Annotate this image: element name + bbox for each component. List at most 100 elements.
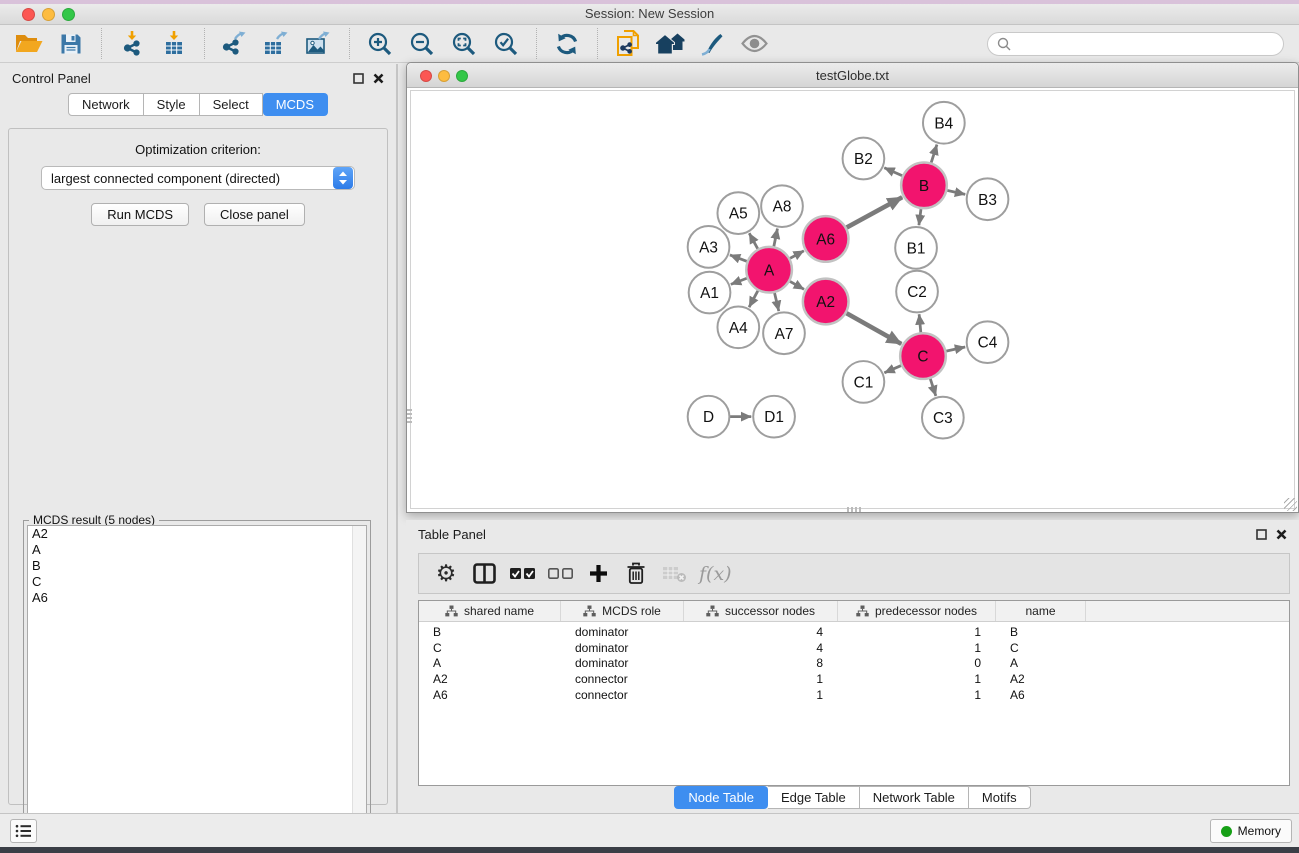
- network-minimize-button[interactable]: [438, 70, 450, 82]
- column-header-mcds-role[interactable]: MCDS role: [561, 601, 684, 621]
- graph-node-B[interactable]: B: [901, 162, 947, 208]
- graph-node-A4[interactable]: A4: [717, 306, 759, 348]
- close-window-button[interactable]: [22, 8, 35, 21]
- graph-node-A[interactable]: A: [746, 247, 792, 293]
- graph-node-A3[interactable]: A3: [688, 226, 730, 268]
- optimization-criterion-dropdown[interactable]: largest connected component (directed): [41, 166, 355, 190]
- network-canvas[interactable]: B4B2BB3A5A8A6B1A3AA1C2A2A4A7C4CC1C3DD1: [410, 90, 1295, 509]
- tab-select[interactable]: Select: [200, 93, 263, 116]
- memory-button[interactable]: Memory: [1210, 819, 1292, 843]
- task-history-button[interactable]: [10, 819, 37, 843]
- save-session-button[interactable]: [50, 27, 92, 61]
- table-cell[interactable]: 4: [684, 641, 838, 655]
- table-cell[interactable]: dominator: [561, 625, 684, 639]
- table-row-a6[interactable]: A6connector11A6: [419, 687, 1289, 703]
- bottom-grip-handle[interactable]: [847, 507, 863, 512]
- zoom-selected-button[interactable]: [485, 27, 527, 61]
- table-row-a[interactable]: Adominator80A: [419, 656, 1289, 672]
- table-cell[interactable]: B: [419, 625, 561, 639]
- table-cell[interactable]: A: [419, 656, 561, 670]
- float-table-panel-icon[interactable]: [1256, 529, 1267, 540]
- left-grip-handle[interactable]: [407, 409, 412, 425]
- table-cell[interactable]: B: [996, 625, 1086, 639]
- table-cell[interactable]: 4: [684, 625, 838, 639]
- close-table-panel-icon[interactable]: [1276, 529, 1287, 540]
- zoom-in-button[interactable]: [359, 27, 401, 61]
- refresh-button[interactable]: [546, 27, 588, 61]
- import-table-button[interactable]: [153, 27, 195, 61]
- table-cell[interactable]: 1: [838, 641, 996, 655]
- network-window-titlebar[interactable]: testGlobe.txt: [407, 63, 1298, 88]
- table-cell[interactable]: A: [996, 656, 1086, 670]
- column-header-name[interactable]: name: [996, 601, 1086, 621]
- table-cell[interactable]: A2: [996, 672, 1086, 686]
- table-row-a2[interactable]: A2connector11A2: [419, 671, 1289, 687]
- function-builder-icon[interactable]: f(x): [699, 563, 732, 585]
- graph-node-A6[interactable]: A6: [803, 216, 849, 262]
- graph-node-A8[interactable]: A8: [761, 185, 803, 227]
- apply-style-button[interactable]: [691, 27, 733, 61]
- table-cell[interactable]: 1: [838, 688, 996, 702]
- import-network-button[interactable]: [111, 27, 153, 61]
- close-panel-button[interactable]: Close panel: [204, 203, 305, 226]
- export-table-button[interactable]: [256, 27, 298, 61]
- tab-style[interactable]: Style: [144, 93, 200, 116]
- tab-network[interactable]: Network: [68, 93, 144, 116]
- table-cell[interactable]: A6: [419, 688, 561, 702]
- columns-button[interactable]: [465, 557, 503, 591]
- table-cell[interactable]: 1: [684, 672, 838, 686]
- plus-button[interactable]: [579, 557, 617, 591]
- column-header-predecessor-nodes[interactable]: predecessor nodes: [838, 601, 996, 621]
- table-cell[interactable]: dominator: [561, 656, 684, 670]
- open-session-button[interactable]: [8, 27, 50, 61]
- table-cell[interactable]: 0: [838, 656, 996, 670]
- trash-button[interactable]: [617, 557, 655, 591]
- search-input[interactable]: [1016, 36, 1274, 51]
- mcds-result-list[interactable]: A2ABCA6: [27, 525, 367, 853]
- export-image-button[interactable]: [298, 27, 340, 61]
- check-pair-button[interactable]: [503, 557, 541, 591]
- tab-node-table[interactable]: Node Table: [674, 786, 768, 809]
- minimize-window-button[interactable]: [42, 8, 55, 21]
- export-network-button[interactable]: [214, 27, 256, 61]
- table-cell[interactable]: 1: [838, 625, 996, 639]
- close-panel-icon[interactable]: [373, 73, 384, 84]
- table-cell[interactable]: connector: [561, 688, 684, 702]
- table-delete-button[interactable]: [655, 557, 693, 591]
- graph-node-C1[interactable]: C1: [843, 361, 885, 403]
- tab-motifs[interactable]: Motifs: [969, 786, 1031, 809]
- graph-node-D1[interactable]: D1: [753, 396, 795, 438]
- tab-mcds[interactable]: MCDS: [263, 93, 328, 116]
- home-button[interactable]: [649, 27, 691, 61]
- graph-node-C3[interactable]: C3: [922, 397, 964, 439]
- app-titlebar[interactable]: Session: New Session: [0, 4, 1299, 25]
- search-box[interactable]: [987, 32, 1284, 56]
- float-panel-icon[interactable]: [353, 73, 364, 84]
- table-cell[interactable]: 1: [684, 688, 838, 702]
- table-cell[interactable]: 8: [684, 656, 838, 670]
- table-cell[interactable]: A6: [996, 688, 1086, 702]
- network-maximize-button[interactable]: [456, 70, 468, 82]
- table-cell[interactable]: 1: [838, 672, 996, 686]
- table-cell[interactable]: C: [419, 641, 561, 655]
- network-close-button[interactable]: [420, 70, 432, 82]
- graph-node-B4[interactable]: B4: [923, 102, 965, 144]
- graph-node-C[interactable]: C: [900, 333, 946, 379]
- run-mcds-button[interactable]: Run MCDS: [91, 203, 189, 226]
- window-resize-grip[interactable]: [1284, 498, 1297, 511]
- show-hide-button[interactable]: [733, 27, 775, 61]
- tab-network-table[interactable]: Network Table: [860, 786, 969, 809]
- result-list-scrollbar[interactable]: [352, 526, 366, 853]
- table-row-b[interactable]: Bdominator41B: [419, 624, 1289, 640]
- duplicate-network-button[interactable]: [607, 27, 649, 61]
- column-header-shared-name[interactable]: shared name: [419, 601, 561, 621]
- graph-node-C2[interactable]: C2: [896, 271, 938, 313]
- table-cell[interactable]: connector: [561, 672, 684, 686]
- table-row-c[interactable]: Cdominator41C: [419, 640, 1289, 656]
- graph-node-A7[interactable]: A7: [763, 312, 805, 354]
- zoom-fit-button[interactable]: [443, 27, 485, 61]
- table-cell[interactable]: C: [996, 641, 1086, 655]
- maximize-window-button[interactable]: [62, 8, 75, 21]
- graph-node-B2[interactable]: B2: [843, 138, 885, 180]
- column-header-successor-nodes[interactable]: successor nodes: [684, 601, 838, 621]
